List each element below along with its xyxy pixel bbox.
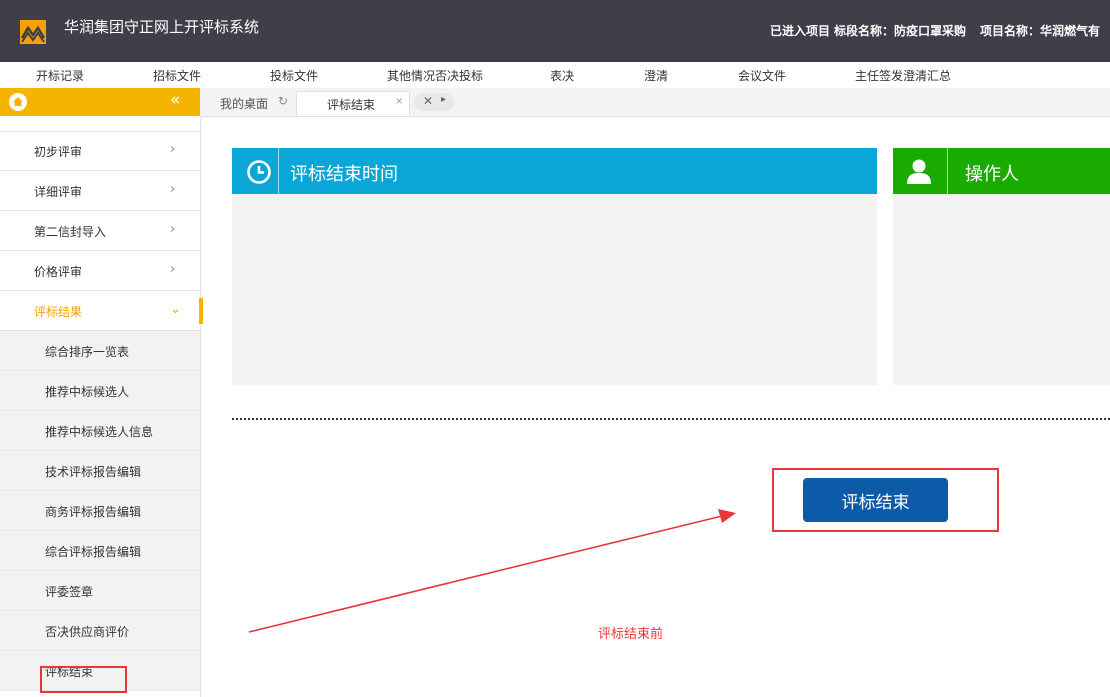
tab-evaluation-end[interactable]: 评标结束 × <box>296 91 410 116</box>
sidebar-subitem-label: 推荐中标候选人信息 <box>45 425 154 439</box>
chevron-down-icon: ⌄ <box>170 302 181 317</box>
chevron-right-icon: › <box>170 262 176 277</box>
app-title: 华润集团守正网上开评标系统 <box>64 18 260 36</box>
user-icon <box>905 158 933 187</box>
menu-item-tender-documents[interactable]: 招标文件 <box>153 67 201 84</box>
menu-item-other-rejection[interactable]: 其他情况否决投标 <box>387 67 483 84</box>
sidebar-subitem-recommended-candidates[interactable]: 推荐中标候选人 <box>0 371 200 411</box>
sidebar-subitem-comprehensive-report[interactable]: 综合评标报告编辑 <box>0 531 200 571</box>
sidebar-item-price-review[interactable]: 价格评审 › <box>0 251 200 291</box>
chevron-right-icon: › <box>170 182 176 197</box>
tab-my-desktop[interactable]: 我的桌面 ↻ <box>206 91 294 115</box>
sidebar-subitem-label: 推荐中标候选人 <box>45 385 130 399</box>
sidebar-header: « <box>0 88 200 116</box>
sidebar-subitem-label: 评委签章 <box>45 585 94 599</box>
menu-bar: 开标记录 招标文件 投标文件 其他情况否决投标 表决 澄清 会议文件 主任签发澄… <box>0 62 1110 89</box>
menu-item-meeting-files[interactable]: 会议文件 <box>738 67 786 84</box>
operator-panel-header: 操作人 <box>893 148 1110 194</box>
end-time-panel-body <box>232 194 877 385</box>
close-icon[interactable]: × <box>395 96 403 107</box>
annotation-highlight-box <box>40 666 127 693</box>
next-tab-icon[interactable]: ▸ <box>441 94 446 105</box>
end-time-panel-title: 评标结束时间 <box>290 164 398 185</box>
refresh-icon[interactable]: ↻ <box>278 94 288 108</box>
sidebar-item-detailed-review[interactable]: 详细评审 › <box>0 171 200 211</box>
sidebar-item-label: 评标结果 <box>34 305 83 319</box>
header-divider <box>278 148 279 194</box>
dotted-divider <box>232 418 1110 420</box>
tab-label: 我的桌面 <box>220 97 269 111</box>
menu-item-bid-opening-record[interactable]: 开标记录 <box>36 67 84 84</box>
annotation-label: 评标结束前 <box>598 627 664 642</box>
logo-icon <box>20 20 46 44</box>
menu-item-vote[interactable]: 表决 <box>550 67 574 84</box>
project-info: 已进入项目 标段名称：防疫口罩采购 项目名称：华润燃气有 <box>770 22 1100 39</box>
top-bar: 华润集团守正网上开评标系统 已进入项目 标段名称：防疫口罩采购 项目名称：华润燃气有 <box>0 0 1110 62</box>
tab-label: 评标结束 <box>327 98 376 112</box>
home-icon[interactable] <box>8 92 28 112</box>
sidebar-item-label: 初步评审 <box>34 145 83 159</box>
close-all-tabs-icon[interactable]: ✕ <box>423 94 433 108</box>
sidebar-subitem-ranking-table[interactable]: 综合排序一览表 <box>0 331 200 371</box>
clock-icon <box>246 159 272 188</box>
sidebar-partial-item <box>0 116 200 132</box>
chevron-right-icon: › <box>170 142 176 157</box>
project-status: 已进入项目 <box>769 24 830 38</box>
sidebar-subitem-label: 综合排序一览表 <box>45 345 130 359</box>
header-divider <box>947 148 948 194</box>
sidebar-item-second-envelope-import[interactable]: 第二信封导入 › <box>0 211 200 251</box>
menu-item-bid-documents[interactable]: 投标文件 <box>270 67 318 84</box>
sidebar-item-preliminary-review[interactable]: 初步评审 › <box>0 131 200 171</box>
sidebar-item-evaluation-result[interactable]: 评标结果 ⌄ <box>0 291 203 331</box>
active-indicator <box>199 298 203 324</box>
tab-controls: ✕ ▸ <box>414 93 454 111</box>
collapse-sidebar-icon[interactable]: « <box>170 90 180 110</box>
sidebar-subitem-committee-signature[interactable]: 评委签章 <box>0 571 200 611</box>
sidebar: 初步评审 › 详细评审 › 第二信封导入 › 价格评审 › 评标结果 ⌄ 综合排… <box>0 116 203 697</box>
sidebar-subitem-candidate-info[interactable]: 推荐中标候选人信息 <box>0 411 200 451</box>
sidebar-subitem-label: 技术评标报告编辑 <box>45 465 142 479</box>
sidebar-subitem-rejected-supplier-evaluation[interactable]: 否决供应商评价 <box>0 611 200 651</box>
sidebar-item-label: 价格评审 <box>34 265 83 279</box>
end-time-panel-header: 评标结束时间 <box>232 148 877 194</box>
tab-bar: 我的桌面 ↻ 评标结束 × ✕ ▸ <box>200 88 1110 117</box>
sidebar-subitem-technical-report[interactable]: 技术评标报告编辑 <box>0 451 200 491</box>
operator-panel-title: 操作人 <box>965 164 1019 185</box>
chevron-right-icon: › <box>170 222 176 237</box>
project-name: 项目名称：华润燃气有 <box>979 24 1100 38</box>
sidebar-subitem-label: 否决供应商评价 <box>45 625 130 639</box>
sidebar-item-label: 第二信封导入 <box>34 225 107 239</box>
menu-item-clarification[interactable]: 澄清 <box>644 67 668 84</box>
end-evaluation-button[interactable]: 评标结束 <box>803 478 948 522</box>
sidebar-subitem-commercial-report[interactable]: 商务评标报告编辑 <box>0 491 200 531</box>
operator-panel-body <box>893 194 1110 385</box>
menu-item-director-clarification-summary[interactable]: 主任签发澄清汇总 <box>855 67 951 84</box>
sidebar-subitem-label: 综合评标报告编辑 <box>45 545 142 559</box>
sidebar-item-label: 详细评审 <box>34 185 83 199</box>
sidebar-subitem-label: 商务评标报告编辑 <box>45 505 142 519</box>
section-name: 标段名称：防疫口罩采购 <box>833 24 966 38</box>
